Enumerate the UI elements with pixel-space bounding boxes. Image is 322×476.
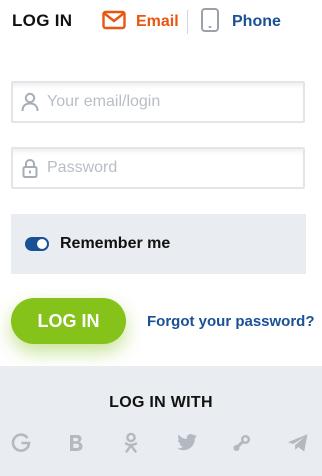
social-login-title: LOG IN WITH <box>109 394 213 411</box>
remember-me-toggle[interactable] <box>25 237 49 251</box>
google-icon[interactable] <box>8 430 34 456</box>
lock-icon <box>13 158 47 178</box>
tab-email-label: Email <box>136 13 179 30</box>
envelope-icon <box>102 10 126 35</box>
tab-divider <box>187 10 188 34</box>
email-field[interactable] <box>11 81 305 123</box>
user-icon <box>13 92 47 112</box>
toggle-knob <box>37 239 47 249</box>
remember-me-label[interactable]: Remember me <box>60 235 170 253</box>
login-button[interactable]: LOG IN <box>11 298 126 344</box>
smartphone-icon <box>200 7 220 37</box>
tab-phone-label: Phone <box>232 13 281 30</box>
tab-email[interactable]: Email <box>102 8 179 36</box>
social-login-panel: LOG IN WITH <box>0 366 322 476</box>
vk-icon[interactable] <box>63 430 89 456</box>
email-input[interactable] <box>47 83 303 121</box>
steam-icon[interactable] <box>229 430 255 456</box>
telegram-icon[interactable] <box>285 430 311 456</box>
password-field[interactable] <box>11 147 305 189</box>
login-header: LOG IN Email Phone <box>0 0 322 44</box>
odnoklassniki-icon[interactable] <box>118 430 144 456</box>
tab-phone[interactable]: Phone <box>200 7 281 37</box>
password-input[interactable] <box>47 149 303 187</box>
remember-me-row: Remember me <box>11 214 306 274</box>
twitter-icon[interactable] <box>174 430 200 456</box>
forgot-password-link[interactable]: Forgot your password? <box>147 313 315 330</box>
social-icons-row <box>0 430 322 456</box>
page-title: LOG IN <box>12 11 73 30</box>
